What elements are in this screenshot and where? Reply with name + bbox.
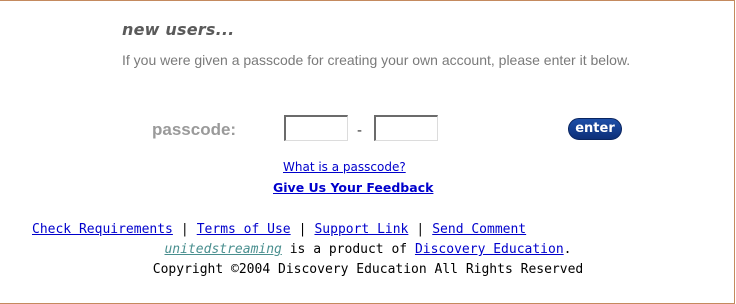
- footer-separator: |: [180, 222, 189, 237]
- product-text: is a product of: [281, 242, 415, 257]
- send-comment-link[interactable]: Send Comment: [432, 222, 526, 237]
- page-frame: [0, 0, 735, 304]
- new-users-heading: new users...: [122, 20, 235, 39]
- feedback-link[interactable]: Give Us Your Feedback: [273, 180, 433, 195]
- footer-links: Check Requirements | Terms of Use | Support …: [32, 222, 526, 237]
- intro-text: If you were given a passcode for creatin…: [122, 52, 631, 68]
- footer-separator: |: [298, 222, 307, 237]
- discovery-education-link[interactable]: Discovery Education: [415, 242, 564, 257]
- unitedstreaming-link[interactable]: unitedstreaming: [164, 242, 281, 257]
- footer-separator: |: [416, 222, 425, 237]
- copyright-text: Copyright ©2004 Discovery Education All …: [152, 262, 584, 277]
- product-end: .: [563, 242, 572, 257]
- passcode-row: passcode: - enter: [152, 115, 652, 147]
- what-is-passcode-link[interactable]: What is a passcode?: [283, 160, 406, 174]
- check-requirements-link[interactable]: Check Requirements: [32, 222, 173, 237]
- support-link[interactable]: Support Link: [314, 222, 408, 237]
- enter-button[interactable]: enter: [568, 118, 622, 140]
- passcode-field-2[interactable]: [374, 115, 438, 141]
- passcode-separator: -: [357, 122, 362, 139]
- passcode-label: passcode:: [152, 120, 237, 139]
- passcode-field-1[interactable]: [284, 115, 348, 141]
- product-line: unitedstreaming is a product of Discover…: [0, 242, 736, 257]
- terms-of-use-link[interactable]: Terms of Use: [197, 222, 291, 237]
